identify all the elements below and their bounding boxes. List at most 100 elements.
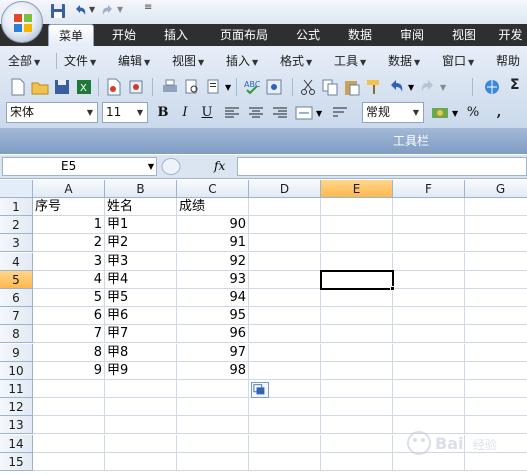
format-painter-icon[interactable] [364,77,384,97]
cell-c12[interactable] [177,398,249,417]
tab-view[interactable]: 视图 [442,24,486,46]
customize-quick-access-icon[interactable]: ≡ [144,2,152,13]
font-name-select[interactable]: 宋体 ▼ [6,102,98,123]
cell-e6[interactable] [321,289,393,307]
cell-f5[interactable] [393,270,465,289]
percent-button[interactable]: % [462,103,484,123]
cell-g9[interactable] [465,344,527,362]
paste-options-icon[interactable] [251,382,269,398]
bold-button[interactable]: B [152,103,174,123]
tab-data[interactable]: 数据 [338,24,382,46]
row-header-1[interactable]: 1 [0,198,33,216]
cell-b1[interactable]: 姓名 [105,198,177,216]
row-header-2[interactable]: 2 [0,216,33,235]
cell-f8[interactable] [393,325,465,344]
cell-f4[interactable] [393,252,465,271]
cell-g11[interactable] [465,380,527,398]
cell-d13[interactable] [249,416,321,435]
cell-f1[interactable] [393,198,465,216]
menu-help[interactable]: 帮助 [496,50,520,72]
cell-c10[interactable]: 98 [177,361,249,380]
save-icon[interactable] [50,3,66,19]
tab-developer[interactable]: 开发 [494,24,527,46]
cell-e4[interactable] [321,252,393,271]
menu-insert[interactable]: 插入 ▼ [226,50,258,72]
cell-c3[interactable]: 91 [177,234,249,253]
new-document-icon[interactable] [8,77,28,97]
cell-d12[interactable] [249,398,321,417]
cell-b2[interactable]: 甲1 [105,216,177,235]
menu-view[interactable]: 视图 ▼ [172,50,204,72]
cell-a8[interactable]: 7 [33,325,105,344]
cell-c1[interactable]: 成绩 [177,198,249,216]
cell-f9[interactable] [393,343,465,362]
menu-data[interactable]: 数据 ▼ [388,50,420,72]
cell-f6[interactable] [393,289,465,307]
cell-c9[interactable]: 97 [177,343,249,362]
cell-e8[interactable] [321,325,393,344]
cell-e10[interactable] [321,361,393,380]
cell-d6[interactable] [249,289,321,307]
align-right-icon[interactable] [270,103,290,123]
cell-b5[interactable]: 甲4 [105,270,177,289]
cell-c7[interactable]: 95 [177,307,249,326]
wrap-text-icon[interactable] [330,103,350,123]
redo-icon[interactable] [100,3,116,19]
paste-icon[interactable] [342,77,362,97]
cell-g5[interactable] [465,271,527,289]
cell-a13[interactable] [33,416,105,435]
cell-d15[interactable] [249,452,321,471]
cell-d10[interactable] [249,361,321,380]
cell-a6[interactable]: 5 [33,289,105,307]
column-header-a[interactable]: A [33,180,105,198]
cell-d4[interactable] [249,252,321,271]
cell-e3[interactable] [321,234,393,253]
redo-dropdown-icon[interactable]: ▼ [117,5,123,14]
tab-insert[interactable]: 插入 [154,24,198,46]
dropdown-icon[interactable]: ▼ [225,83,231,92]
row-header-7[interactable]: 7 [0,307,33,326]
italic-button[interactable]: I [174,103,196,123]
row-header-10[interactable]: 10 [0,361,33,380]
number-format-select[interactable]: 常规 ▼ [362,102,424,123]
office-button[interactable] [1,1,43,43]
cell-g4[interactable] [465,253,527,271]
column-header-c[interactable]: C [177,180,249,198]
column-header-g[interactable]: G [465,180,527,198]
cell-c8[interactable]: 96 [177,325,249,344]
undo-dropdown-icon[interactable]: ▼ [89,5,95,14]
cell-a11[interactable] [33,380,105,398]
row-header-12[interactable]: 12 [0,398,33,417]
hyperlink-icon[interactable] [482,77,502,97]
cell-g8[interactable] [465,325,527,344]
cell-a7[interactable]: 6 [33,307,105,326]
cell-d5[interactable] [249,270,321,289]
cell-b9[interactable]: 甲8 [105,343,177,362]
cell-f10[interactable] [393,361,465,380]
cell-d9[interactable] [249,343,321,362]
row-header-11[interactable]: 11 [0,380,33,398]
row-header-8[interactable]: 8 [0,325,33,344]
cell-b8[interactable]: 甲7 [105,325,177,344]
cell-b14[interactable] [105,434,177,453]
insert-function-button[interactable]: fx [214,157,236,176]
row-header-3[interactable]: 3 [0,234,33,253]
permission-icon[interactable] [104,77,124,97]
cell-a5[interactable]: 4 [33,270,105,289]
align-center-icon[interactable] [246,103,266,123]
cell-e7[interactable] [321,307,393,326]
tab-menu[interactable]: 菜单 [48,24,94,47]
cell-g2[interactable] [465,216,527,235]
row-header-13[interactable]: 13 [0,416,33,435]
menu-all[interactable]: 全部 ▼ [8,50,40,72]
formula-bar-handle-icon[interactable] [160,157,182,176]
column-header-d[interactable]: D [249,180,321,198]
cell-d8[interactable] [249,325,321,344]
menu-window[interactable]: 窗口 ▼ [442,50,474,72]
merge-dropdown-icon[interactable]: ▼ [316,109,322,118]
cell-f12[interactable] [393,398,465,417]
currency-icon[interactable] [430,103,450,123]
formula-input[interactable] [237,157,527,176]
spelling-icon[interactable]: ABC [242,77,262,97]
row-header-5[interactable]: 5 [0,270,33,289]
